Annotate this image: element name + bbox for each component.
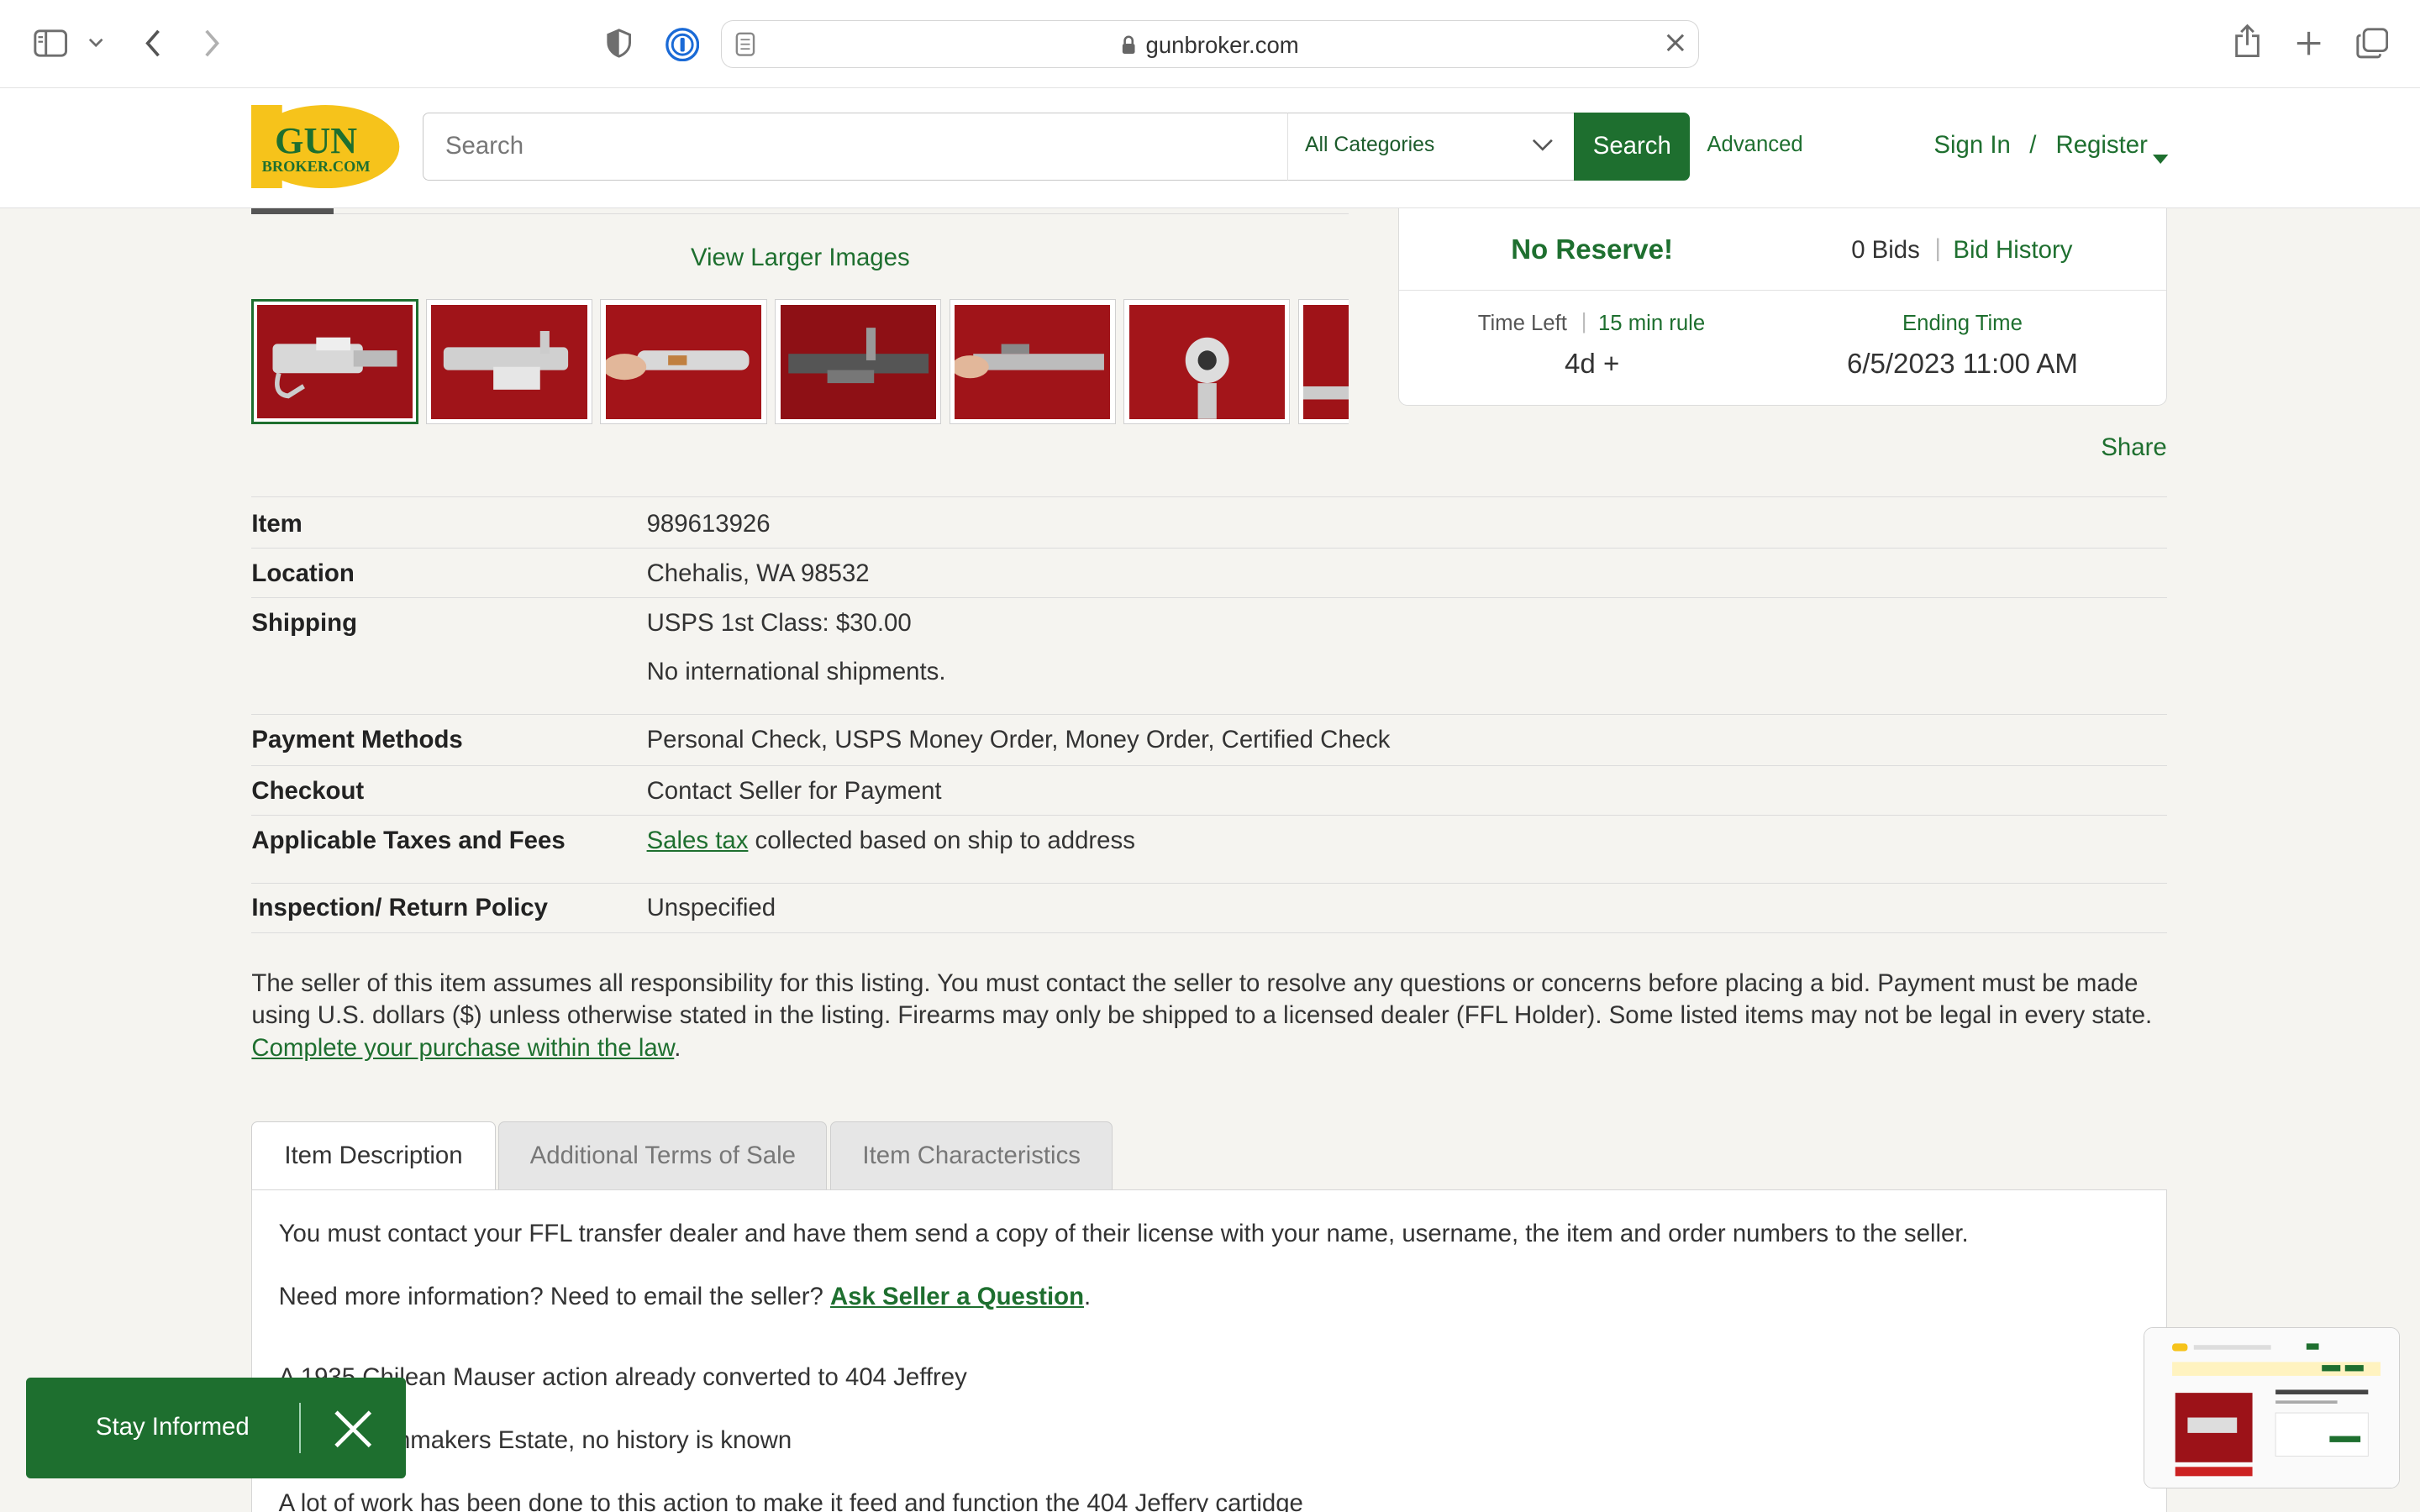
advanced-search-link[interactable]: Advanced (1707, 133, 1802, 157)
site-header: GUN BROKER.COM Search All Categories Sea… (0, 87, 2420, 208)
taxes-label: Applicable Taxes and Fees (251, 826, 566, 854)
share-link[interactable]: Share (2101, 433, 2166, 462)
logo-text-broker: BROKER.COM (262, 158, 371, 175)
disclaimer-end: . (674, 1033, 681, 1062)
no-reserve-label: No Reserve! (1511, 234, 1674, 266)
register-link[interactable]: Register (2055, 131, 2147, 160)
auth-separator: / (2029, 131, 2037, 160)
address-bar[interactable]: gunbroker.com (720, 19, 1700, 68)
thumbnail-strip (251, 299, 1349, 425)
main-image-frame (251, 207, 1349, 215)
category-value: All Categories (1305, 133, 1435, 156)
time-left-value: 4d + (1565, 349, 1620, 381)
detail-row-checkout: Checkout Contact Seller for Payment (251, 764, 2167, 815)
payment-label: Payment Methods (251, 726, 463, 754)
sidebar-icon[interactable] (31, 26, 71, 60)
time-left-label: Time Left (1477, 312, 1567, 335)
bids-count: 0 Bids (1851, 236, 1920, 264)
seller-disclaimer: The seller of this item assumes all resp… (251, 968, 2166, 1065)
min-rule-link[interactable]: 15 min rule (1598, 312, 1705, 336)
checkout-value: Contact Seller for Payment (646, 776, 942, 805)
logo-text-gun: GUN (276, 120, 358, 161)
detail-row-payment: Payment Methods Personal Check, USPS Mon… (251, 714, 2167, 765)
shipping-label: Shipping (251, 608, 358, 637)
url-label: gunbroker.com (1145, 31, 1299, 58)
thumbnail-3[interactable] (600, 299, 767, 425)
detail-row-inspection: Inspection/ Return Policy Unspecified (251, 882, 2167, 934)
need-more-info: Need more information? Need to email the… (279, 1283, 1092, 1311)
forward-icon[interactable] (196, 26, 227, 60)
close-icon[interactable] (327, 1403, 379, 1455)
search-placeholder: Search (445, 132, 524, 160)
ending-time-label: Ending Time (1902, 312, 2023, 335)
checkout-label: Checkout (251, 776, 365, 805)
inspection-value: Unspecified (646, 894, 776, 922)
ending-time-value: 6/5/2023 11:00 AM (1846, 349, 2078, 381)
stay-informed-banner[interactable]: Stay Informed (26, 1378, 407, 1478)
thumbnail-7[interactable] (1297, 299, 1349, 425)
need-more-text: Need more information? Need to email the… (278, 1283, 830, 1311)
detail-row-taxes: Applicable Taxes and Fees Sales tax coll… (251, 814, 2167, 883)
thumbnail-4[interactable] (775, 299, 942, 425)
inspection-label: Inspection/ Return Policy (251, 894, 548, 922)
search-button[interactable]: Search (1574, 113, 1691, 181)
category-select[interactable]: All Categories (1286, 113, 1576, 181)
time-separator: | (1581, 310, 1587, 334)
detail-row-location: Location Chehalis, WA 98532 (251, 548, 2167, 597)
location-label: Location (251, 559, 355, 587)
shield-icon[interactable] (602, 26, 635, 60)
taxes-value: Sales tax collected based on ship to add… (647, 827, 1135, 855)
shipping-note: No international shipments. (646, 658, 946, 686)
thumbnail-6[interactable] (1123, 299, 1291, 425)
back-icon[interactable] (137, 26, 168, 60)
thumbnail-1[interactable] (251, 299, 418, 425)
gunbroker-logo[interactable]: GUN BROKER.COM (251, 104, 400, 189)
description-line-3: A lot of work has been done to this acti… (278, 1489, 1303, 1512)
disclaimer-text: The seller of this item assumes all resp… (251, 969, 2153, 1030)
bid-history-link[interactable]: Bid History (1953, 236, 2072, 265)
search-input[interactable]: Search (423, 113, 1289, 181)
stay-informed-label: Stay Informed (95, 1413, 250, 1441)
bids-separator: | (1934, 234, 1942, 263)
tabs-icon[interactable] (2354, 26, 2391, 60)
item-description-panel: You must contact your FFL transfer deale… (251, 1189, 2167, 1512)
ffl-note: You must contact your FFL transfer deale… (278, 1219, 1969, 1247)
item-number: 989613926 (646, 510, 771, 538)
view-larger-images-link[interactable]: View Larger Images (251, 244, 1349, 272)
sign-in-link[interactable]: Sign In (1933, 131, 2010, 160)
page-preview-thumbnail[interactable] (2144, 1326, 2401, 1489)
detail-row-shipping: Shipping USPS 1st Class: $30.00 No inter… (251, 596, 2167, 715)
clear-icon[interactable] (1665, 32, 1686, 60)
bidbox-divider (1399, 290, 2166, 291)
tab-additional-terms[interactable]: Additional Terms of Sale (498, 1121, 828, 1191)
item-details-table: Item 989613926 Location Chehalis, WA 985… (251, 496, 2167, 934)
purchase-law-link[interactable]: Complete your purchase within the law (251, 1034, 674, 1062)
ask-end: . (1084, 1283, 1092, 1311)
chevron-down-icon[interactable] (85, 33, 107, 55)
browser-toolbar: gunbroker.com (0, 0, 2420, 88)
bid-summary-box: No Reserve! 0 Bids | Bid History Time Le… (1398, 207, 2167, 407)
lock-icon (1121, 34, 1136, 60)
tab-item-description[interactable]: Item Description (251, 1121, 496, 1193)
url-text: gunbroker.com (722, 32, 1698, 60)
shipping-value: USPS 1st Class: $30.00 (646, 608, 912, 637)
ask-seller-link[interactable]: Ask Seller a Question (830, 1283, 1084, 1310)
detail-row-item: Item 989613926 (251, 496, 2167, 548)
thumbnail-5[interactable] (949, 299, 1116, 425)
plus-icon[interactable] (2291, 26, 2325, 60)
tab-item-characteristics[interactable]: Item Characteristics (830, 1121, 1113, 1191)
password-icon[interactable] (664, 26, 701, 63)
thumbnail-2[interactable] (425, 299, 593, 425)
item-label: Item (251, 510, 302, 538)
caret-down-icon[interactable] (2153, 142, 2169, 171)
sales-tax-link[interactable]: Sales tax (647, 827, 749, 854)
page-root: gunbroker.com GUN BROKER.COM Search All … (0, 0, 2420, 1512)
stay-informed-divider (299, 1402, 302, 1454)
chevron-down-icon (1532, 135, 1554, 159)
taxes-text: collected based on ship to address (748, 826, 1135, 854)
image-progress (251, 207, 334, 215)
payment-value: Personal Check, USPS Money Order, Money … (646, 726, 1391, 754)
share-icon[interactable] (2230, 22, 2264, 62)
location-value: Chehalis, WA 98532 (646, 559, 870, 587)
